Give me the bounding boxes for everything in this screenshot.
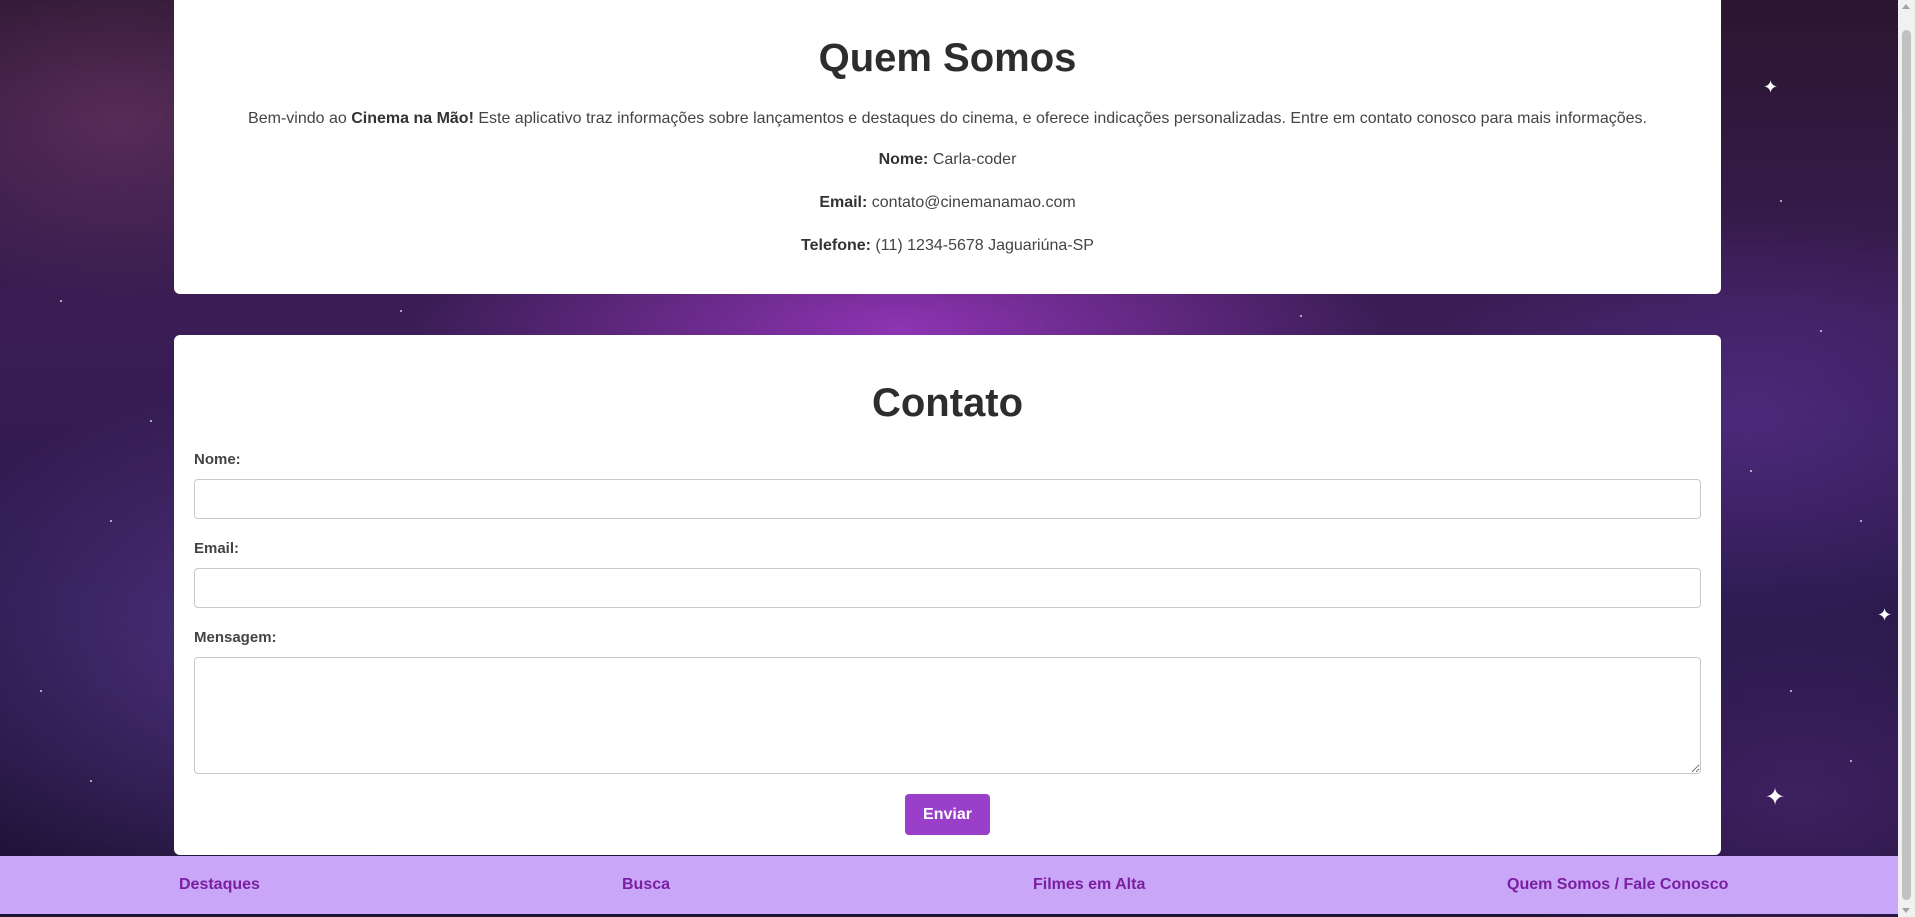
email-label: Email: [819, 194, 868, 211]
name-label: Nome: [878, 151, 929, 168]
nav-item-busca[interactable]: Busca [622, 876, 670, 894]
about-intro: Bem-vindo ao Cinema na Mão! Este aplicat… [174, 110, 1721, 128]
about-email-line: Email: contato@cinemanamao.com [174, 194, 1721, 212]
message-field-label: Mensagem: [194, 629, 277, 646]
name-input[interactable] [194, 479, 1701, 519]
brand-name: Cinema na Mão! [351, 110, 474, 127]
page-scrollbar[interactable] [1898, 0, 1915, 917]
scroll-down-icon[interactable] [1902, 908, 1910, 913]
send-button[interactable]: Enviar [905, 794, 990, 835]
sparkle-icon: ✦ [1765, 784, 1786, 811]
name-field-label: Nome: [194, 451, 241, 468]
nav-item-filmes-em-alta[interactable]: Filmes em Alta [1033, 876, 1145, 894]
about-title: Quem Somos [818, 36, 1077, 80]
about-name-line: Nome: Carla-coder [174, 151, 1721, 169]
about-phone-line: Telefone: (11) 1234-5678 Jaguariúna-SP [174, 237, 1721, 255]
phone-label: Telefone: [801, 237, 871, 254]
sparkle-icon: ✦ [1877, 605, 1893, 625]
phone-value: (11) 1234-5678 Jaguariúna-SP [870, 237, 1094, 254]
email-value: contato@cinemanamao.com [867, 194, 1076, 211]
name-value: Carla-coder [928, 151, 1017, 168]
bottom-navigation: Destaques Busca Filmes em Alta Quem Somo… [0, 856, 1898, 914]
message-textarea[interactable] [194, 657, 1701, 774]
sparkle-icon: ✦ [1763, 77, 1779, 97]
scrollbar-thumb[interactable] [1902, 30, 1911, 900]
contact-card: Contato Nome: Email: Mensagem: Enviar [174, 335, 1721, 855]
scroll-up-icon[interactable] [1902, 4, 1910, 9]
email-field-label: Email: [194, 540, 240, 557]
contact-title: Contato [871, 381, 1024, 425]
nav-item-quem-somos[interactable]: Quem Somos / Fale Conosco [1507, 876, 1728, 894]
nav-item-destaques[interactable]: Destaques [179, 876, 260, 894]
intro-prefix: Bem-vindo ao [248, 110, 352, 127]
about-card: Quem Somos Bem-vindo ao Cinema na Mão! E… [174, 0, 1721, 294]
email-input[interactable] [194, 568, 1701, 608]
intro-suffix: Este aplicativo traz informações sobre l… [473, 110, 1647, 127]
